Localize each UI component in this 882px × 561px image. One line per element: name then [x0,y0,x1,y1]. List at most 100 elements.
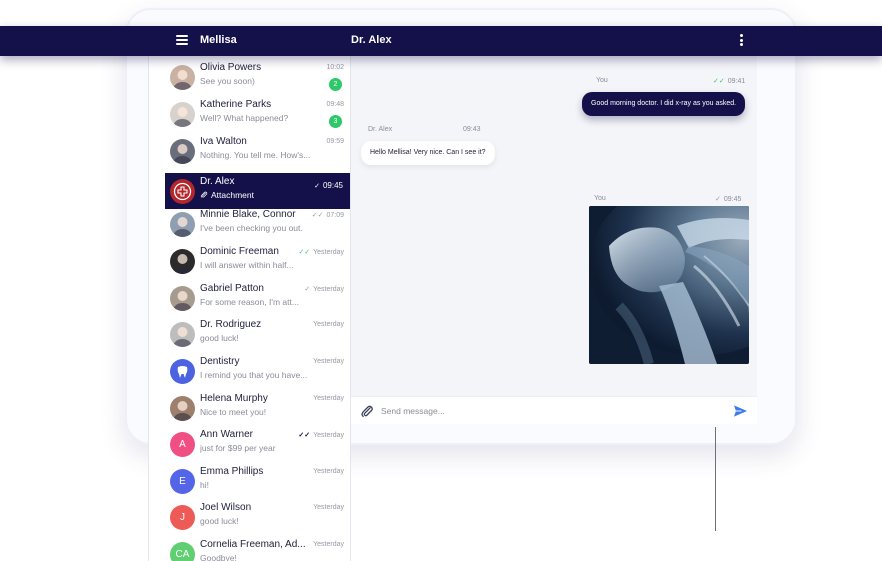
contact-item[interactable]: Gabriel Patton For some reason, I'm att..… [149,280,350,316]
avatar-photo [170,249,195,274]
message-time-value: 09:45 [723,196,742,203]
avatar-photo [170,102,195,127]
contact-name: Dominic Freeman [200,246,279,257]
contact-preview-text: Attachment [211,190,254,200]
message-input[interactable] [381,403,721,419]
message-bubble-outgoing: Good morning doctor. I did x-ray as you … [582,92,746,116]
contact-item[interactable]: CA Cornelia Freeman, Ad... Goodbye! Yesterd… [149,536,350,561]
contact-time: 09:48 [326,101,344,108]
contact-item[interactable]: E Emma Phillips hi! Yesterday [149,463,350,499]
contact-item[interactable]: A Ann Warner just for $99 per year ✓✓ Yester… [149,426,350,462]
avatar-photo [170,396,195,421]
avatar-photo [170,286,195,311]
contact-list: Olivia Powers See you soon) 10:02 2 Katherin… [148,56,351,561]
contact-name: Joel Wilson [200,502,252,513]
contact-time-value: 09:59 [326,138,344,145]
contact-time: Yesterday [313,395,344,402]
contact-time: ✓✓ Yesterday [298,431,344,439]
contact-time: ✓ Yesterday [304,285,344,293]
avatar-initials: E [170,469,195,494]
message-bubble-incoming: Hello Mellisa! Very nice. Can I see it? [361,141,495,165]
top-bar: Mellisa Dr. Alex [0,26,882,56]
contact-preview: good luck! [200,516,239,526]
contact-time-value: Yesterday [313,358,344,365]
avatar-initials: A [170,432,195,457]
message-sender: You [594,195,606,202]
contact-preview: Attachment [200,190,318,200]
contact-name: Gabriel Patton [200,283,264,294]
contact-name: Emma Phillips [200,466,264,477]
message-time: 09:43 [463,126,481,133]
contact-preview: For some reason, I'm att... [200,297,299,307]
check-icon: ✓ [314,183,320,190]
contact-item[interactable]: Minnie Blake, Connor I've been checking y… [149,206,350,242]
double-check-icon: ✓✓ [298,432,311,439]
avatar-photo [170,322,195,347]
contact-name: Cornelia Freeman, Ad... [200,539,306,550]
contact-name: Ann Warner [200,429,253,440]
contact-item[interactable]: J Joel Wilson good luck! Yesterday [149,499,350,535]
more-options-icon[interactable] [737,34,745,48]
contact-name: Katherine Parks [200,99,272,110]
contact-name: Dentistry [200,356,240,367]
contact-item[interactable]: Katherine Parks Well? What happened? 09:48… [149,96,350,132]
avatar-initials: CA [170,542,195,561]
contact-time: ✓✓ 07:09 [312,211,344,219]
contact-preview: See you soon) [200,76,255,86]
unread-count-badge: 3 [329,115,342,128]
chat-title: Dr. Alex [351,34,392,46]
paperclip-icon[interactable] [360,404,374,418]
unread-count-badge: 2 [329,78,342,91]
contact-time-value: Yesterday [313,468,344,475]
contact-name: Iva Walton [200,136,247,147]
contact-time-value: Yesterday [313,321,344,328]
stage: Mellisa Dr. Alex Olivia Powers See you so… [0,0,882,561]
message-time: ✓✓ 09:41 [713,77,745,85]
contact-preview: just for $99 per year [200,443,276,453]
contact-time: ✓ 09:45 [314,181,343,190]
contact-name: Olivia Powers [200,62,262,73]
contact-preview: Nothing. You tell me. How's... [200,150,311,160]
double-check-icon: ✓✓ [311,212,324,219]
contact-time-value: Yesterday [313,395,344,402]
send-icon[interactable] [733,404,748,418]
xray-image [589,206,749,364]
contact-time-value: 09:48 [326,101,344,108]
contact-item[interactable]: Helena Murphy Nice to meet you! Yesterday [149,390,350,426]
message-composer [351,396,757,424]
contact-preview: Goodbye! [200,553,237,561]
message-sender: You [596,77,608,84]
contact-name: Dr. Alex [200,176,235,187]
contact-time: 10:02 [326,64,344,71]
avatar-photo [170,139,195,164]
contact-time-value: 10:02 [326,64,344,71]
contact-item[interactable]: Iva Walton Nothing. You tell me. How's...… [149,133,350,169]
contact-preview: I will answer within half... [200,260,294,270]
xray-image-attachment[interactable] [589,206,749,364]
contact-time: 09:59 [326,138,344,145]
double-check-icon: ✓✓ [298,249,311,256]
contact-time-value: Yesterday [313,286,344,293]
hamburger-menu-icon[interactable] [176,35,188,45]
avatar-initials: J [170,505,195,530]
sent-check-icon: ✓ [715,196,721,203]
contact-item[interactable]: Dentistry I remind you that you have... Ye… [149,353,350,389]
contact-item[interactable]: Olivia Powers See you soon) 10:02 2 [149,59,350,95]
attachment-icon [200,190,211,200]
contact-time: Yesterday [313,504,344,511]
callout-line [715,427,716,531]
contact-name: Minnie Blake, Connor [200,209,296,220]
conversation-pane: You ✓✓ 09:41 Good morning doctor. I did x… [351,56,757,396]
contact-time: ✓✓ Yesterday [298,248,344,256]
contact-item[interactable]: Dr. Rodriguez good luck! Yesterday [149,316,350,352]
contact-time: Yesterday [313,358,344,365]
contact-time-value: 07:09 [326,212,344,219]
contact-time: Yesterday [313,321,344,328]
medical-cross-icon [170,179,195,204]
contact-item[interactable]: Dominic Freeman I will answer within half… [149,243,350,279]
message-time: ✓ 09:45 [715,195,741,203]
check-icon: ✓ [304,286,311,293]
avatar-photo [170,65,195,90]
contact-preview: Well? What happened? [200,113,289,123]
contact-item-active[interactable]: Dr. Alex Attachment ✓ 09:45 [165,173,350,209]
